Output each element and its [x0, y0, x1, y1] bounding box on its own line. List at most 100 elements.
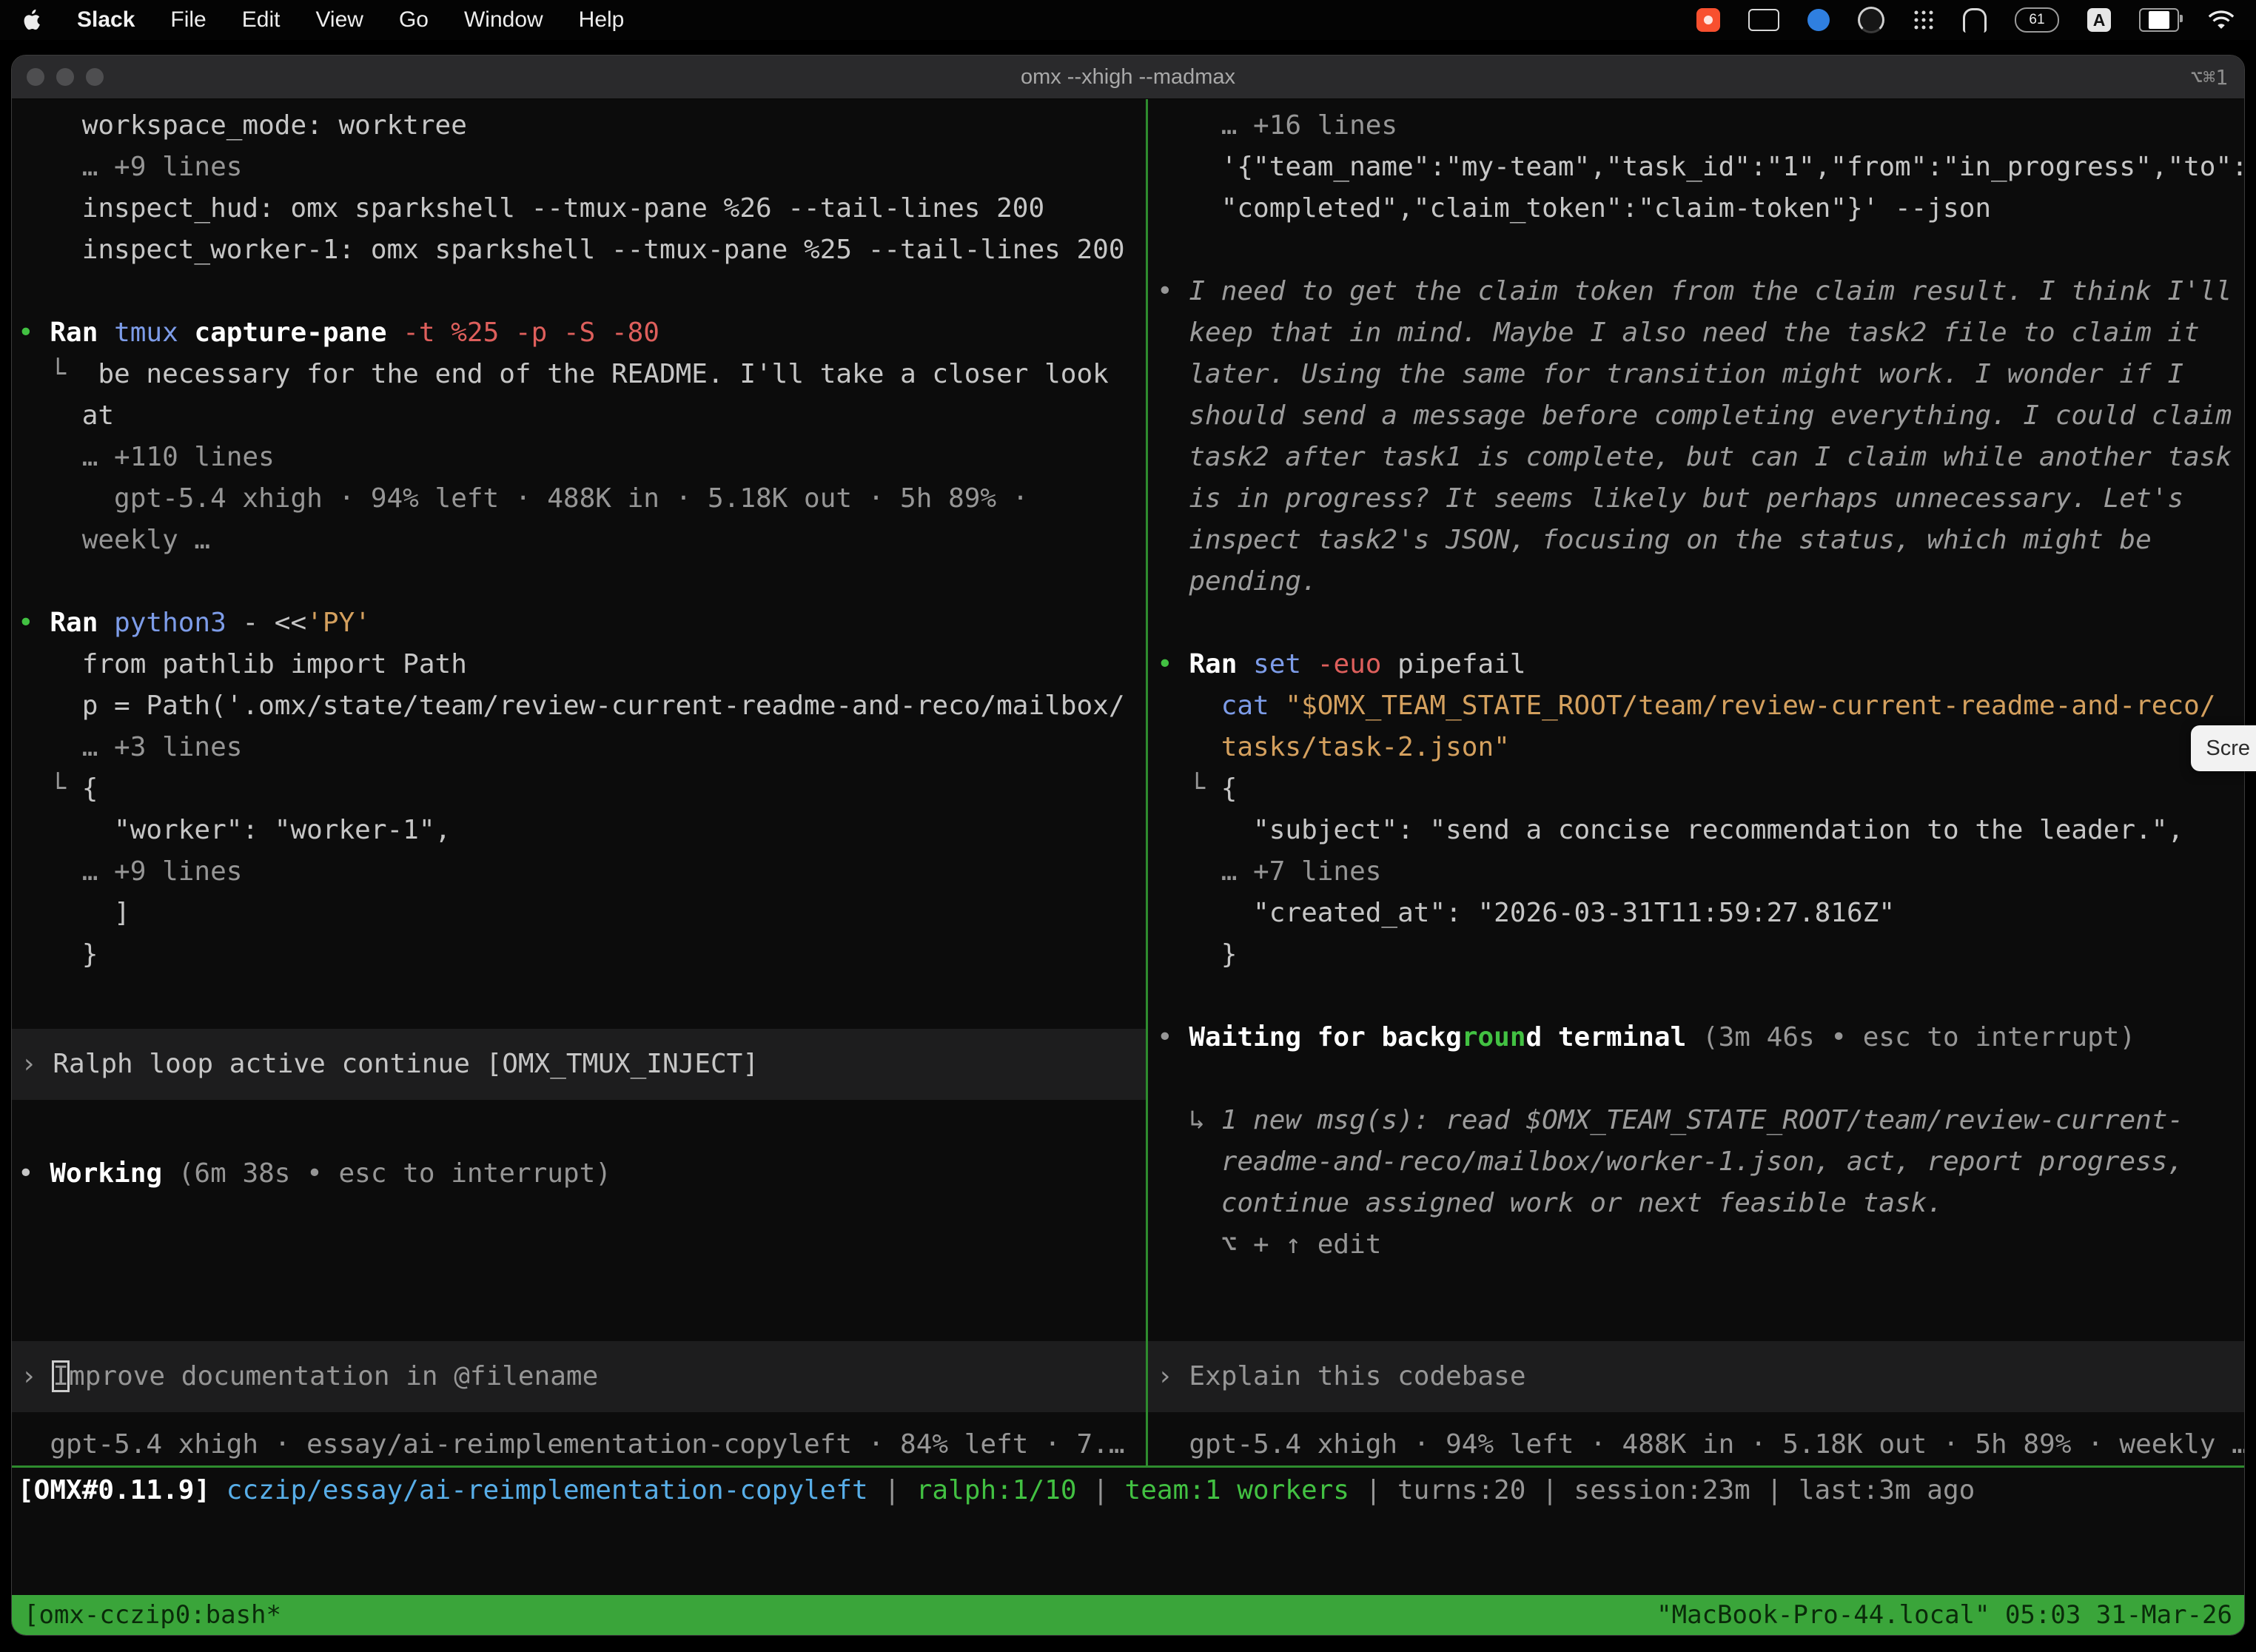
text-segment: - <<	[242, 608, 306, 638]
prompt-input-row[interactable]: › Ralph loop active continue [OMX_TMUX_I…	[12, 1029, 1146, 1100]
blue-app-icon[interactable]	[1807, 9, 1830, 31]
terminal-line: cat "$OMX_TEAM_STATE_ROOT/team/review-cu…	[1157, 685, 2244, 727]
text-segment: readme-and-reco/mailbox/worker-1.json, a…	[1157, 1146, 2183, 1177]
text-segment: {	[1221, 773, 1238, 804]
screen-notification-fragment[interactable]: Scre	[2191, 725, 2256, 771]
active-app-name[interactable]: Slack	[77, 7, 135, 33]
wifi-icon[interactable]	[2207, 9, 2235, 31]
terminal-line: gpt-5.4 xhigh · essay/ai-reimplementatio…	[18, 1424, 1146, 1465]
close-button[interactable]	[27, 68, 44, 86]
input-source-label: A	[2093, 10, 2106, 30]
tmux-status-bar: [omx-cczip0:bash* "MacBook-Pro-44.local"…	[12, 1595, 2244, 1635]
window-titlebar[interactable]: omx --xhigh --madmax ⌥⌘1	[12, 56, 2244, 99]
text-segment: ›	[21, 1361, 53, 1391]
keyboard-icon[interactable]	[1748, 9, 1779, 31]
text-segment: inspect_worker-1: omx sparkshell --tmux-…	[18, 235, 1125, 265]
text-segment: › Explain this codebase	[1157, 1361, 1526, 1391]
terminal-line: • Working (6m 38s • esc to interrupt)	[18, 1153, 1146, 1195]
text-segment: team:1 workers	[1125, 1475, 1349, 1505]
terminal-line: readme-and-reco/mailbox/worker-1.json, a…	[1157, 1141, 2244, 1183]
text-segment: weekly …	[18, 525, 210, 555]
gauge-icon[interactable]: 61	[2015, 7, 2059, 33]
input-source-icon[interactable]: A	[2087, 8, 2111, 32]
menu-go[interactable]: Go	[399, 7, 429, 33]
terminal-line: "worker": "worker-1",	[18, 810, 1146, 851]
tmux-panes: workspace_mode: worktree … +9 lines insp…	[12, 99, 2244, 1465]
text-segment: -euo	[1317, 649, 1397, 679]
traffic-lights	[12, 68, 104, 86]
terminal-line: is in progress? It seems likely but perh…	[1157, 478, 2244, 520]
terminal-line: └ {	[1157, 768, 2244, 810]
terminal-line: }	[18, 934, 1146, 976]
text-segment: pipefail	[1397, 649, 1525, 679]
text-segment: ⌥ + ↑ edit	[1157, 1229, 1381, 1260]
prompt-input-row[interactable]: › Explain this codebase	[1148, 1341, 2244, 1412]
text-segment: keep that in mind. Maybe I also need the…	[1157, 318, 2200, 348]
dark-app-icon[interactable]	[1858, 7, 1884, 33]
omx-hud-line: [OMX#0.11.9] cczip/essay/ai-reimplementa…	[12, 1468, 2244, 1512]
text-segment: •	[1157, 276, 1189, 306]
apple-menu[interactable]	[21, 8, 41, 32]
terminal-line: should send a message before completing …	[1157, 395, 2244, 437]
text-segment: tmux	[114, 318, 194, 348]
text-segment: last:3m ago	[1799, 1475, 1975, 1505]
menu-help[interactable]: Help	[579, 7, 625, 33]
terminal-line	[18, 271, 1146, 312]
text-segment: set	[1253, 649, 1317, 679]
text-segment: gpt-5.4 xhigh · 94% left · 488K in · 5.1…	[1157, 1429, 2244, 1460]
text-segment: 'PY'	[306, 608, 371, 638]
menu-view[interactable]: View	[315, 7, 363, 33]
prompt-input-row[interactable]: › Improve documentation in @filename	[12, 1341, 1146, 1412]
menu-edit[interactable]: Edit	[242, 7, 281, 33]
text-segment: |	[1077, 1475, 1125, 1505]
text-segment: be necessary for the end of the README. …	[98, 359, 1108, 389]
terminal-line: from pathlib import Path	[18, 644, 1146, 685]
terminal-window: omx --xhigh --madmax ⌥⌘1 workspace_mode:…	[11, 55, 2245, 1636]
terminal-line: continue assigned work or next feasible …	[1157, 1183, 2244, 1224]
terminal-line: • Ran python3 - <<'PY'	[18, 602, 1146, 644]
ghost-icon[interactable]	[1963, 8, 1987, 33]
terminal-line: … +110 lines	[18, 437, 1146, 478]
terminal-line: gpt-5.4 xhigh · 94% left · 488K in · 5.1…	[1157, 1424, 2244, 1465]
text-segment: tasks/task-2.json"	[1157, 732, 1510, 762]
battery-icon[interactable]	[2139, 8, 2179, 32]
zoom-button[interactable]	[86, 68, 104, 86]
menu-window[interactable]: Window	[464, 7, 543, 33]
terminal-line: • Ran tmux capture-pane -t %25 -p -S -80	[18, 312, 1146, 354]
text-segment: pending.	[1157, 566, 1317, 597]
terminal-line	[18, 561, 1146, 602]
text-segment: }	[1157, 939, 1237, 970]
terminal-line	[18, 1112, 1146, 1153]
screen-recording-indicator-icon[interactable]	[1696, 8, 1720, 32]
terminal-line: weekly …	[18, 520, 1146, 561]
text-segment: └	[18, 359, 98, 389]
text-segment: d terminal	[1526, 1022, 1702, 1052]
text-segment: … +9 lines	[18, 152, 242, 182]
minimize-button[interactable]	[56, 68, 74, 86]
text-segment: {	[82, 773, 98, 804]
text-segment: Ran	[50, 608, 114, 638]
text-segment: I	[53, 1361, 69, 1391]
text-segment: workspace_mode: worktree	[18, 110, 467, 141]
pane-spacer	[18, 1195, 1146, 1329]
text-segment: … +7 lines	[1157, 856, 1381, 887]
text-segment: gpt-5.4 xhigh · essay/ai-reimplementatio…	[18, 1429, 1125, 1460]
text-segment: … +16 lines	[1157, 110, 1397, 141]
text-segment: ]	[18, 898, 130, 928]
dots-grid-icon[interactable]	[1913, 9, 1935, 31]
text-segment: └	[18, 773, 82, 804]
text-segment: ›	[21, 1049, 53, 1079]
terminal-line: '{"team_name":"my-team","task_id":"1","f…	[1157, 147, 2244, 188]
status-icon-area: 61 A	[1696, 7, 2235, 33]
terminal-line: • Ran set -euo pipefail	[1157, 644, 2244, 685]
terminal-line	[1157, 1058, 2244, 1100]
gauge-label: 61	[2029, 12, 2044, 28]
menu-bar: Slack File Edit View Go Window Help 61 A	[0, 0, 2256, 40]
text-segment: turns:20	[1397, 1475, 1525, 1505]
terminal-line: • Waiting for background terminal (3m 46…	[1157, 1017, 2244, 1058]
text-segment: at	[18, 400, 114, 431]
menu-file[interactable]: File	[170, 7, 206, 33]
terminal-line: ↳ 1 new msg(s): read $OMX_TEAM_STATE_ROO…	[1157, 1100, 2244, 1141]
text-segment: mprove documentation in @filename	[69, 1361, 598, 1391]
window-title: omx --xhigh --madmax	[12, 65, 2244, 90]
